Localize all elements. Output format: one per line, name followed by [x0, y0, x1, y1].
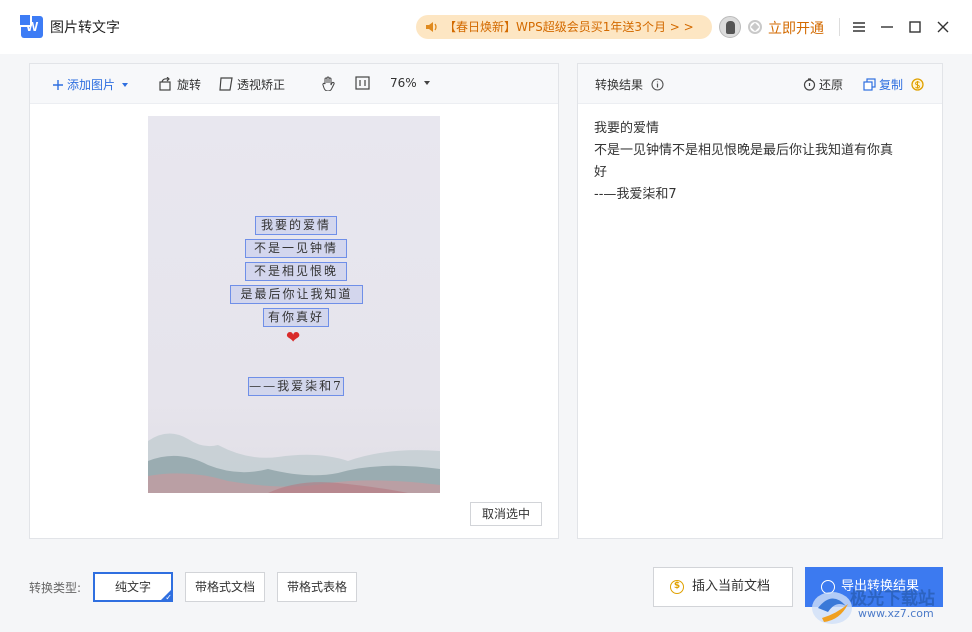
result-line: 好 [594, 165, 608, 180]
ocr-line[interactable]: 不是一见钟情 [245, 239, 347, 258]
preview-image[interactable]: 我要的爱情 不是一见钟情 不是相见恨晚 是最后你让我知道 有你真好 ❤ ——我爱… [148, 116, 440, 493]
type-plain-text-label: 纯文字 [114, 580, 151, 594]
result-panel: 转换结果 还原 复制 我要的爱情 不是一见钟情不是相见恨晚是最后你让我知道有你真… [577, 63, 943, 539]
type-formatted-table-button[interactable]: 带格式表格 [277, 572, 357, 602]
deselect-button[interactable]: 取消选中 [470, 502, 542, 526]
selected-check-icon [159, 588, 173, 602]
insert-label: 插入当前文档 [692, 579, 771, 594]
promo-text: 【春日焕新】WPS超级会员买1年送3个月 > > [444, 20, 694, 34]
type-formatted-table-label: 带格式表格 [286, 580, 347, 594]
mountain-illustration [148, 433, 440, 493]
restore-button[interactable]: 还原 [803, 76, 843, 93]
add-image-button[interactable]: 添加图片 [52, 76, 132, 93]
minimize-button[interactable] [877, 17, 897, 37]
copy-icon [863, 78, 876, 91]
speaker-icon [426, 22, 437, 32]
conversion-type-label: 转换类型: [29, 581, 82, 595]
result-toolbar: 转换结果 还原 复制 [578, 64, 942, 104]
restore-icon [803, 78, 816, 91]
zoom-value: 76% [390, 76, 417, 90]
result-line: 我要的爱情 [594, 121, 660, 136]
wps-logo-icon: W [18, 13, 43, 38]
hand-icon [322, 76, 335, 91]
coin-icon: $ [670, 580, 684, 594]
fit-size-icon [355, 76, 370, 90]
fit-size-button[interactable] [355, 76, 373, 91]
type-formatted-doc-label: 带格式文档 [194, 580, 255, 594]
type-plain-text-button[interactable]: 纯文字 [93, 572, 173, 602]
ocr-line[interactable]: 是最后你让我知道 [230, 285, 363, 304]
image-preview-panel: 添加图片 旋转 透视矫正 76% 我要的爱情 不是一见钟情 不是相见恨晚 是最后… [29, 63, 559, 539]
insert-current-doc-button[interactable]: $ 插入当前文档 [653, 567, 793, 607]
result-line: --—我爱柒和7 [594, 187, 677, 202]
rotate-label: 旋转 [177, 78, 202, 92]
result-text-area[interactable]: 我要的爱情 不是一见钟情不是相见恨晚是最后你让我知道有你真 好 --—我爱柒和7 [594, 118, 930, 206]
title-divider [839, 18, 840, 36]
result-title: 转换结果 [595, 76, 667, 93]
logo-letter: W [25, 19, 39, 34]
rotate-icon [159, 77, 171, 91]
result-title-label: 转换结果 [595, 78, 644, 92]
perspective-button[interactable]: 透视矫正 [219, 76, 285, 93]
perspective-icon [219, 77, 233, 91]
zoom-select[interactable]: 76% [390, 76, 434, 90]
ocr-line[interactable]: 我要的爱情 [255, 216, 337, 235]
image-toolbar: 添加图片 旋转 透视矫正 76% [30, 64, 558, 104]
menu-icon[interactable] [849, 17, 869, 37]
open-vip-link[interactable]: 立即开通 [768, 18, 824, 38]
watermark-title: 极光下载站 [850, 589, 935, 609]
add-image-label: 添加图片 [67, 78, 116, 92]
close-button[interactable] [933, 17, 953, 37]
watermark-url: www.xz7.com [858, 607, 934, 620]
perspective-label: 透视矫正 [237, 78, 286, 92]
maximize-button[interactable] [905, 17, 925, 37]
plus-icon [53, 80, 63, 90]
heart-icon: ❤ [286, 328, 301, 348]
restore-label: 还原 [819, 78, 844, 92]
type-formatted-doc-button[interactable]: 带格式文档 [185, 572, 265, 602]
coin-icon [911, 78, 924, 91]
ocr-line[interactable]: 有你真好 [263, 308, 329, 327]
promo-banner[interactable]: 【春日焕新】WPS超级会员买1年送3个月 > > [416, 15, 712, 39]
title-bar: W 图片转文字 【春日焕新】WPS超级会员买1年送3个月 > > 立即开通 [0, 0, 972, 54]
caret-down-icon [121, 83, 128, 87]
app-title: 图片转文字 [50, 20, 120, 36]
copy-button[interactable]: 复制 [863, 76, 927, 93]
vip-diamond-icon [748, 20, 762, 34]
copy-label: 复制 [879, 78, 904, 92]
caret-down-icon [423, 81, 430, 85]
result-line: 不是一见钟情不是相见恨晚是最后你让我知道有你真 [594, 143, 894, 158]
ocr-line[interactable]: ——我爱柒和7 [248, 377, 344, 396]
ocr-line[interactable]: 不是相见恨晚 [245, 262, 347, 281]
info-icon[interactable] [651, 78, 664, 91]
hand-tool-button[interactable] [321, 76, 338, 92]
rotate-button[interactable]: 旋转 [158, 76, 201, 93]
user-avatar[interactable] [719, 16, 741, 38]
